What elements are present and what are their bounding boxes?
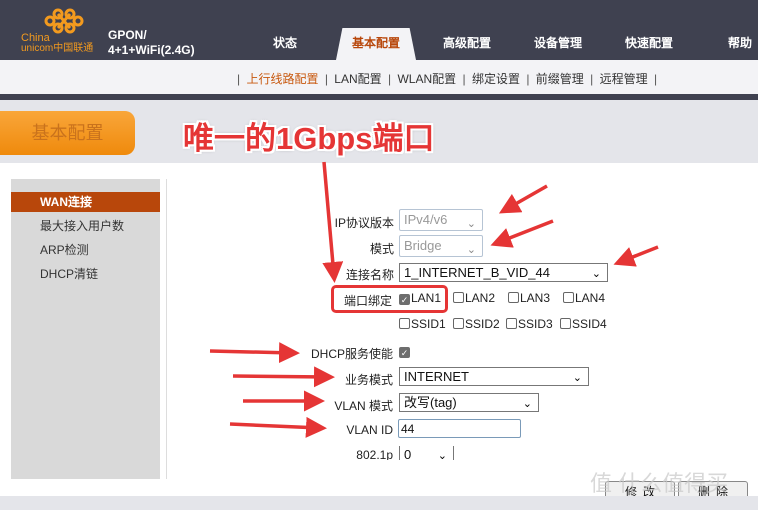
subnav-wlan-config[interactable]: WLAN配置 <box>397 72 456 86</box>
router-admin-page: China unicom中国联通 GPON/ 4+1+WiFi(2.4G) 状态… <box>0 0 758 510</box>
dhcp-enable-checkbox[interactable]: ✓ <box>399 344 411 358</box>
checkbox-label: SSID2 <box>465 317 500 331</box>
section-title: 基本配置 <box>0 111 135 155</box>
separator: | <box>653 72 658 86</box>
checkbox-ssid4[interactable]: SSID4 <box>560 317 607 331</box>
checkbox-icon <box>399 318 410 329</box>
checkbox-icon <box>453 318 464 329</box>
product-line1: GPON/ <box>108 28 147 42</box>
checkbox-label: LAN3 <box>520 291 551 305</box>
checkbox-label: SSID4 <box>572 317 607 331</box>
connection-name-value: 1_INTERNET_B_VID_44 <box>404 265 550 280</box>
checkbox-lan1[interactable]: ✓ LAN1 <box>399 291 441 305</box>
sidebar-item-max-users[interactable]: 最大接入用户数 <box>11 216 160 236</box>
tab-basic-config[interactable]: 基本配置 <box>336 28 416 60</box>
logo-text-china: China <box>21 32 50 44</box>
dhcp-enable-label: DHCP服务使能 <box>310 347 393 361</box>
chevron-down-icon: ⌄ <box>572 372 582 384</box>
sub-navigation: | 上行线路配置 | LAN配置 | WLAN配置 | 绑定设置 | 前缀管理 … <box>0 60 758 94</box>
checkmark-icon: ✓ <box>399 347 410 358</box>
ip-version-value: IPv4/v6 <box>404 212 448 227</box>
logo-text-unicom: unicom中国联通 <box>21 43 94 54</box>
separator: | <box>324 72 328 86</box>
checkbox-label: SSID3 <box>518 317 553 331</box>
checkbox-label: LAN1 <box>411 291 442 305</box>
mode-value: Bridge <box>404 238 442 253</box>
connection-name-label: 连接名称 <box>345 268 394 282</box>
dot1p-value: 0 <box>404 447 412 460</box>
checkbox-icon <box>508 292 519 303</box>
sidebar: WAN连接 最大接入用户数 ARP检测 DHCP清链 <box>11 179 160 479</box>
port-binding-label: 端口绑定 <box>343 294 392 308</box>
footer-bar <box>0 496 758 510</box>
vlan-mode-label: VLAN 模式 <box>334 399 393 413</box>
tab-status[interactable]: 状态 <box>273 34 297 51</box>
checkbox-ssid2[interactable]: SSID2 <box>453 317 500 331</box>
separator: | <box>462 72 466 86</box>
divider-bar <box>0 94 758 100</box>
subnav-binding-settings[interactable]: 绑定设置 <box>472 72 520 86</box>
checkbox-lan4[interactable]: LAN4 <box>563 291 605 305</box>
separator: | <box>526 72 530 86</box>
mode-label: 模式 <box>369 242 394 256</box>
sidebar-item-wan-connection[interactable]: WAN连接 <box>11 192 160 212</box>
dot1p-select[interactable]: 0 ⌄ <box>399 446 454 460</box>
product-name: GPON/ 4+1+WiFi(2.4G) <box>108 28 195 58</box>
unicom-knot-icon <box>44 8 84 34</box>
ip-version-label: IP协议版本 <box>334 216 394 230</box>
chevron-down-icon: ⌄ <box>466 218 476 230</box>
dot1p-row-clip: 802.1p 0 ⌄ <box>280 446 580 460</box>
china-unicom-logo: China unicom中国联通 <box>18 8 108 56</box>
checkbox-icon <box>453 292 464 303</box>
separator: | <box>388 72 392 86</box>
dot1p-label: 802.1p <box>356 448 393 460</box>
vlan-id-label: VLAN ID <box>346 423 393 437</box>
checkbox-ssid1[interactable]: SSID1 <box>399 317 446 331</box>
checkbox-ssid3[interactable]: SSID3 <box>506 317 553 331</box>
vlan-mode-select[interactable]: 改写(tag) ⌄ <box>399 393 539 412</box>
chevron-down-icon: ⌄ <box>466 244 476 256</box>
tab-device-management[interactable]: 设备管理 <box>534 34 582 51</box>
checkbox-label: LAN2 <box>465 291 496 305</box>
mode-select[interactable]: Bridge ⌄ <box>399 235 483 257</box>
tab-help[interactable]: 帮助 <box>728 34 752 51</box>
separator: | <box>237 72 241 86</box>
checkbox-lan3[interactable]: LAN3 <box>508 291 550 305</box>
service-mode-label: 业务模式 <box>344 373 393 387</box>
ip-version-select[interactable]: IPv4/v6 ⌄ <box>399 209 483 231</box>
tab-quick-config[interactable]: 快速配置 <box>625 34 673 51</box>
checkbox-label: LAN4 <box>575 291 606 305</box>
annotation-title: 唯一的1Gbps端口 <box>183 121 435 156</box>
chevron-down-icon: ⌄ <box>437 450 447 460</box>
subnav-prefix-management[interactable]: 前缀管理 <box>536 72 584 86</box>
sidebar-item-arp-check[interactable]: ARP检测 <box>11 240 160 260</box>
chevron-down-icon: ⌄ <box>591 268 601 280</box>
service-mode-value: INTERNET <box>404 369 469 384</box>
product-line2: 4+1+WiFi(2.4G) <box>108 43 195 57</box>
subnav-lan-config[interactable]: LAN配置 <box>334 72 381 86</box>
checkbox-icon <box>563 292 574 303</box>
vlan-id-input[interactable] <box>398 419 521 438</box>
checkbox-icon <box>560 318 571 329</box>
panel-divider <box>166 179 167 479</box>
separator: | <box>590 72 594 86</box>
tab-advanced-config[interactable]: 高级配置 <box>443 34 491 51</box>
sidebar-item-dhcp-clear[interactable]: DHCP清链 <box>11 264 160 284</box>
chevron-down-icon: ⌄ <box>522 398 532 410</box>
service-mode-select[interactable]: INTERNET ⌄ <box>399 367 589 386</box>
checkbox-icon <box>506 318 517 329</box>
top-header: China unicom中国联通 GPON/ 4+1+WiFi(2.4G) 状态… <box>0 0 758 60</box>
checkbox-lan2[interactable]: LAN2 <box>453 291 495 305</box>
subnav-remote-management[interactable]: 远程管理 <box>600 72 648 86</box>
checkbox-label: SSID1 <box>411 317 446 331</box>
subnav-uplink-config[interactable]: 上行线路配置 <box>246 72 318 86</box>
checkmark-icon: ✓ <box>399 294 410 305</box>
connection-name-select[interactable]: 1_INTERNET_B_VID_44 ⌄ <box>399 263 608 282</box>
vlan-mode-value: 改写(tag) <box>404 395 457 410</box>
